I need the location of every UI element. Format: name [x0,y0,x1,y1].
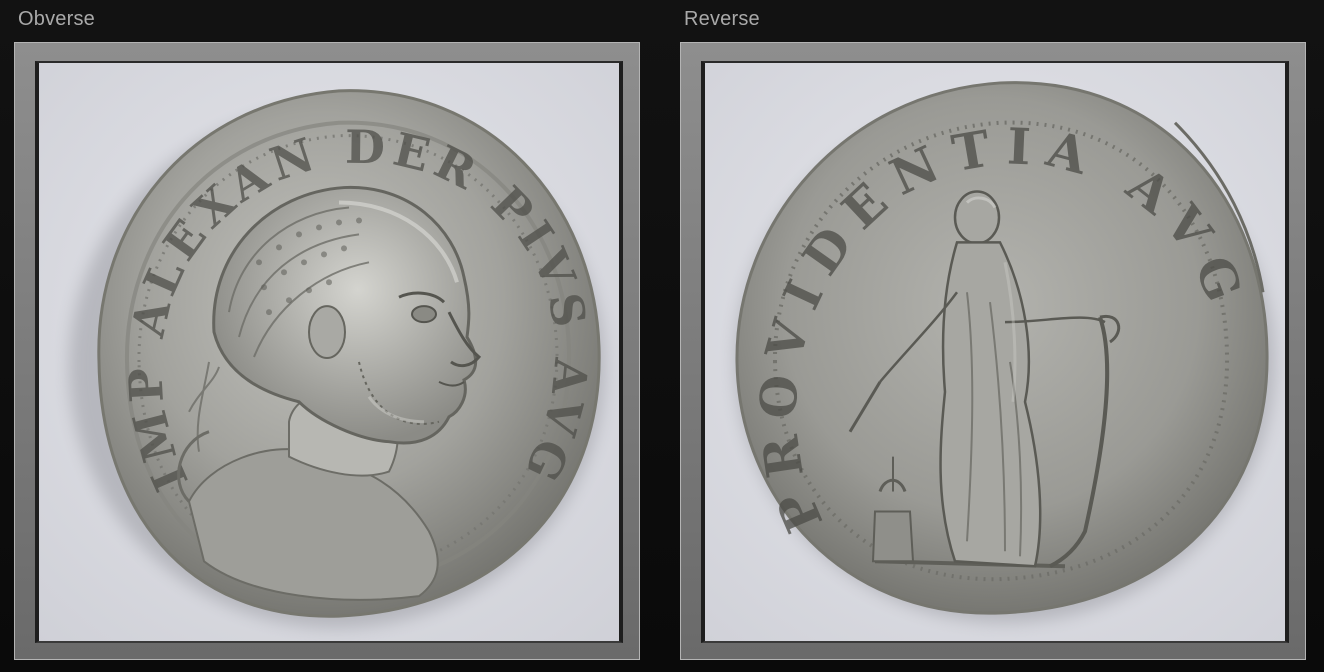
reverse-image-container[interactable]: PROVIDENTIA AVG [701,61,1289,643]
reverse-frame: PROVIDENTIA AVG [680,42,1306,660]
obverse-coin-image: IMP ALEXAN DER PIVS AVG [39,63,619,641]
obverse-title: Obverse [18,8,95,30]
reverse-panel: Reverse PROVIDENTIA AVG [666,0,1306,672]
reverse-coin-image: PROVIDENTIA AVG [705,63,1285,641]
coin-viewer: Obverse IMP ALEXAN DER PIVS AVG Reverse … [0,0,1324,672]
reverse-title: Reverse [684,8,760,30]
obverse-frame: IMP ALEXAN DER PIVS AVG [14,42,640,660]
obverse-panel: Obverse IMP ALEXAN DER PIVS AVG [0,0,640,672]
obverse-image-container[interactable]: IMP ALEXAN DER PIVS AVG [35,61,623,643]
